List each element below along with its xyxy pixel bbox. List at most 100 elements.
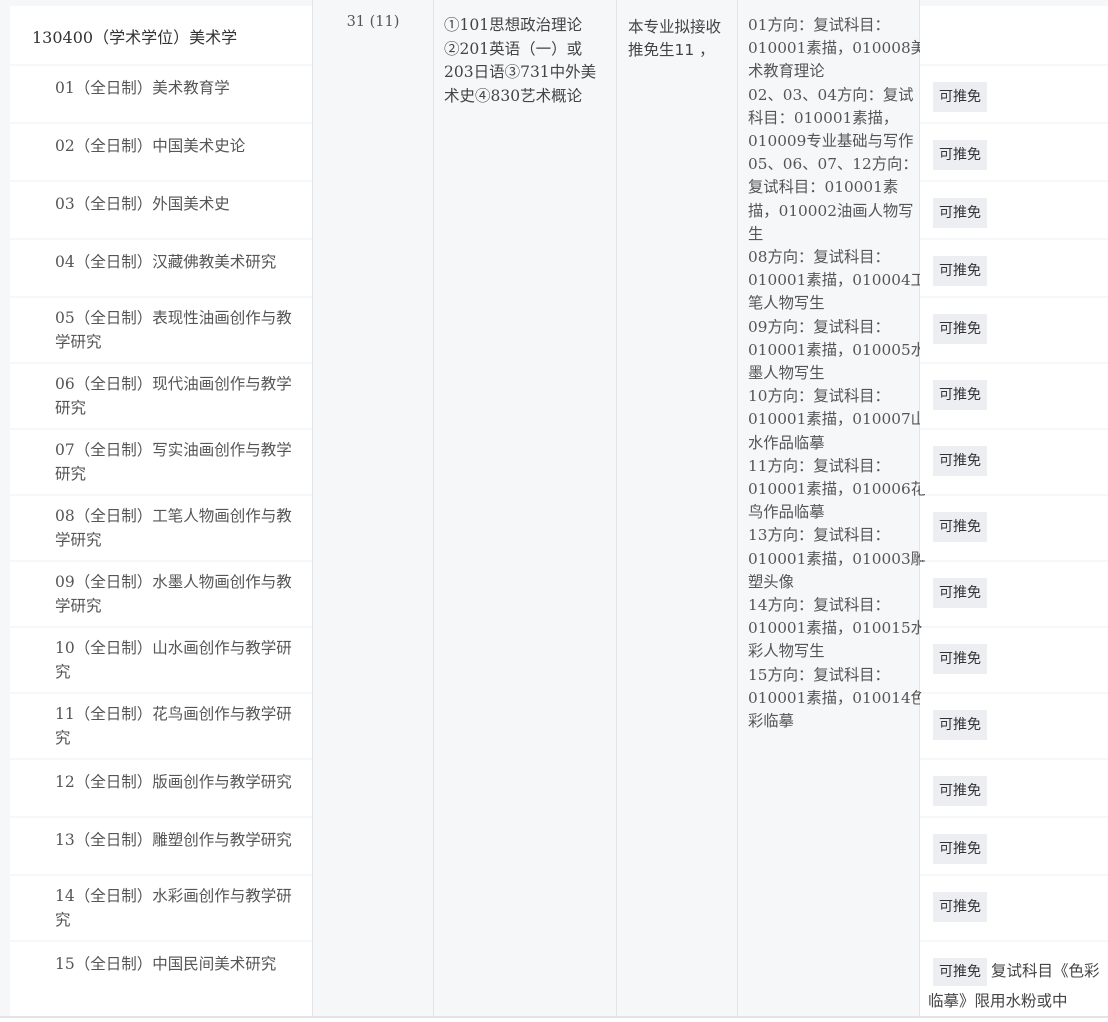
retest-line: 术教育理论	[748, 62, 825, 81]
push-cell: 可推免	[920, 818, 1108, 874]
column-exam-subjects	[434, 0, 616, 1018]
direction-row: 03（全日制）外国美术史	[10, 182, 312, 238]
push-exempt-badge: 可推免	[933, 380, 987, 410]
direction-label: 06（全日制）现代油画创作与教学研究	[55, 375, 292, 417]
retest-line: 塑头像	[748, 572, 794, 591]
direction-row: 09（全日制）水墨人物画创作与教学研究	[10, 562, 312, 626]
direction-row: 02（全日制）中国美术史论	[10, 124, 312, 180]
direction-label: 02（全日制）中国美术史论	[55, 137, 246, 155]
push-exempt-badge: 可推免	[933, 578, 987, 608]
direction-label: 07（全日制）写实油画创作与教学研究	[55, 441, 292, 483]
retest-line: 02、03、04方向：复试	[748, 85, 914, 104]
push-cell: 可推免	[920, 430, 1108, 494]
direction-label: 10（全日制）山水画创作与教学研究	[55, 639, 292, 681]
direction-row: 10（全日制）山水画创作与教学研究	[10, 628, 312, 692]
direction-row: 08（全日制）工笔人物画创作与教学研究	[10, 496, 312, 560]
retest-line: 010001素描，010007山	[748, 410, 926, 429]
retest-subjects: 01方向：复试科目： 010001素描，010008美 术教育理论 02、03、04方…	[748, 14, 926, 733]
enrollment-count: 31 (11)	[346, 14, 400, 30]
last-row-remark: 可推免 复试科目《色彩临摹》限用水粉或中	[928, 956, 1100, 1016]
push-exempt-badge: 可推免	[933, 256, 987, 286]
push-exempt-badge: 可推免	[933, 892, 987, 922]
direction-label: 15（全日制）中国民间美术研究	[55, 955, 277, 973]
retest-line: 010001素描，010008美	[748, 39, 926, 58]
retest-line: 09方向：复试科目：	[748, 317, 890, 336]
push-exempt-badge: 可推免	[933, 198, 987, 228]
direction-row: 07（全日制）写实油画创作与教学研究	[10, 430, 312, 494]
column-note	[617, 0, 737, 1018]
push-cell: 可推免	[920, 876, 1108, 940]
retest-line: 05、06、07、12方向：	[748, 155, 918, 174]
push-exempt-badge: 可推免	[933, 644, 987, 674]
retest-line: 彩人物写生	[748, 642, 825, 661]
direction-label: 03（全日制）外国美术史	[55, 195, 230, 213]
push-exempt-badge: 可推免	[933, 834, 987, 864]
direction-label: 11（全日制）花鸟画创作与教学研究	[55, 705, 292, 747]
retest-line: 鸟作品临摹	[748, 503, 825, 522]
retest-line: 墨人物写生	[748, 364, 825, 383]
direction-row: 12（全日制）版画创作与教学研究	[10, 760, 312, 816]
direction-label: 04（全日制）汉藏佛教美术研究	[55, 253, 277, 271]
exemption-note: 本专业拟接收推免生11 ，	[628, 18, 722, 59]
push-exempt-badge: 可推免	[933, 776, 987, 806]
divider	[433, 0, 434, 1018]
push-exempt-badge: 可推免	[933, 710, 987, 740]
admissions-table: 130400（学术学位）美术学 31 (11) ①101思想政治理论②201英语…	[0, 0, 1108, 1022]
direction-row: 11（全日制）花鸟画创作与教学研究	[10, 694, 312, 758]
major-title: 130400（学术学位）美术学	[10, 6, 312, 64]
retest-line: 水作品临摹	[748, 433, 825, 452]
push-exempt-badge: 可推免	[933, 446, 987, 476]
push-cell: 可推免	[920, 694, 1108, 758]
retest-line: 010009专业基础与写作	[748, 132, 914, 151]
direction-label: 12（全日制）版画创作与教学研究	[55, 773, 292, 791]
column-enrollment	[313, 0, 433, 1018]
retest-line: 描，010002油画人物写	[748, 201, 914, 220]
direction-row: 15（全日制）中国民间美术研究	[10, 942, 312, 1022]
retest-line: 13方向：复试科目：	[748, 526, 890, 545]
divider	[312, 0, 313, 1018]
retest-line: 010001素描，010005水	[748, 340, 926, 359]
push-exempt-badge: 可推免	[933, 958, 987, 986]
retest-line: 010001素描，010004工	[748, 271, 926, 290]
retest-line: 彩临摹	[748, 712, 794, 731]
direction-row: 13（全日制）雕塑创作与教学研究	[10, 818, 312, 874]
direction-row: 14（全日制）水彩画创作与教学研究	[10, 876, 312, 940]
direction-label: 05（全日制）表现性油画创作与教学研究	[55, 309, 292, 351]
direction-label: 09（全日制）水墨人物画创作与教学研究	[55, 573, 292, 615]
push-cell: 可推免	[920, 760, 1108, 816]
push-cell: 可推免	[920, 182, 1108, 238]
push-cell: 可推免	[920, 240, 1108, 296]
retest-line: 010001素描，010015水	[748, 619, 926, 638]
push-exempt-badge: 可推免	[933, 140, 987, 170]
push-exempt-badge: 可推免	[933, 512, 987, 542]
push-cell: 可推免	[920, 496, 1108, 560]
retest-line: 复试科目：010001素	[748, 178, 899, 197]
direction-label: 14（全日制）水彩画创作与教学研究	[55, 887, 292, 929]
retest-line: 科目：010001素描，	[748, 108, 899, 127]
retest-line: 14方向：复试科目：	[748, 596, 890, 615]
divider	[616, 0, 617, 1018]
direction-row: 05（全日制）表现性油画创作与教学研究	[10, 298, 312, 362]
direction-label: 13（全日制）雕塑创作与教学研究	[55, 831, 292, 849]
direction-row: 04（全日制）汉藏佛教美术研究	[10, 240, 312, 296]
push-cell: 可推免	[920, 364, 1108, 428]
retest-line: 010001素描，010006花	[748, 480, 926, 499]
retest-line: 08方向：复试科目：	[748, 248, 890, 267]
retest-line: 15方向：复试科目：	[748, 665, 890, 684]
retest-line: 010001素描，010003雕	[748, 549, 926, 568]
divider	[737, 0, 738, 1018]
push-cell: 可推免 复试科目《色彩临摹》限用水粉或中	[920, 942, 1108, 1022]
retest-line: 01方向：复试科目：	[748, 16, 890, 34]
retest-line: 笔人物写生	[748, 294, 825, 313]
retest-line: 生	[748, 224, 764, 243]
push-cell: 可推免	[920, 562, 1108, 626]
direction-row: 01（全日制）美术教育学	[10, 66, 312, 122]
push-cell: 可推免	[920, 298, 1108, 362]
push-exempt-badge: 可推免	[933, 314, 987, 344]
retest-line: 11方向：复试科目：	[748, 456, 890, 475]
push-cell: 可推免	[920, 628, 1108, 692]
retest-line: 10方向：复试科目：	[748, 387, 890, 406]
retest-line: 010001素描，010014色	[748, 688, 926, 707]
exam-subjects: ①101思想政治理论②201英语（一）或203日语③731中外美术史④830艺术…	[444, 16, 597, 105]
push-cell: 可推免	[920, 66, 1108, 122]
